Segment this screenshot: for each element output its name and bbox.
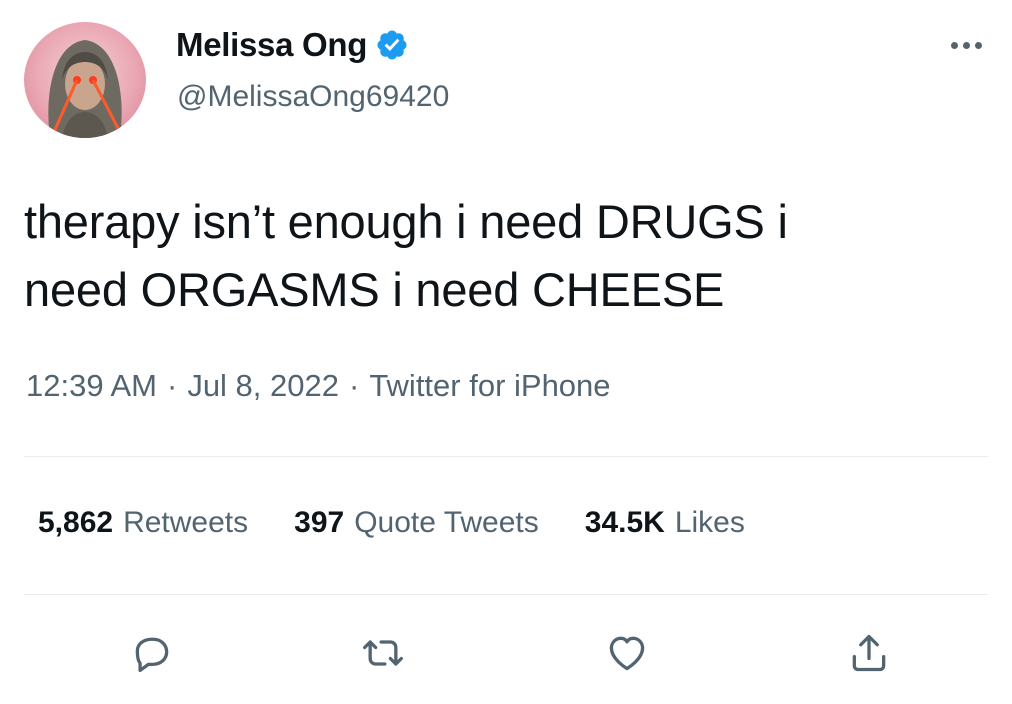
share-icon <box>852 634 886 672</box>
dot <box>974 41 982 49</box>
tweet-source[interactable]: Twitter for iPhone <box>369 368 610 404</box>
likes-count: 34.5K <box>584 506 665 539</box>
quote-tweets-count: 397 <box>294 506 345 539</box>
author-name-row: Melissa Ong <box>176 26 409 64</box>
retweets-label: Retweets <box>123 506 249 539</box>
dot <box>962 41 970 49</box>
divider <box>24 594 988 595</box>
author-display-name[interactable]: Melissa Ong <box>176 26 367 64</box>
retweets-stat[interactable]: 5,862 Retweets <box>38 506 248 540</box>
avatar-image <box>48 40 122 138</box>
divider <box>24 456 988 457</box>
like-button[interactable] <box>599 625 655 681</box>
reply-icon <box>135 637 169 673</box>
engagement-stats: 5,862 Retweets 397 Quote Tweets 34.5K Li… <box>38 506 791 540</box>
reply-button[interactable] <box>124 625 180 681</box>
likes-stat[interactable]: 34.5K Likes <box>585 506 745 540</box>
action-bar <box>0 625 1012 687</box>
dot <box>950 41 958 49</box>
more-options-icon[interactable] <box>942 30 990 60</box>
tweet-text: therapy isn’t enough i need DRUGS i need… <box>24 195 788 316</box>
quote-tweets-label: Quote Tweets <box>354 506 539 539</box>
retweets-count: 5,862 <box>38 506 114 539</box>
meta-separator: · <box>348 368 360 403</box>
tweet-date[interactable]: Jul 8, 2022 <box>187 368 339 404</box>
share-button[interactable] <box>841 625 897 681</box>
tweet-time[interactable]: 12:39 AM <box>26 368 157 404</box>
like-icon <box>609 636 645 671</box>
likes-label: Likes <box>674 506 745 539</box>
meta-separator: · <box>166 368 178 403</box>
author-handle[interactable]: @MelissaOng69420 <box>177 80 449 114</box>
tweet-meta: 12:39 AM · Jul 8, 2022 · Twitter for iPh… <box>26 368 611 404</box>
quote-tweets-stat[interactable]: 397 Quote Tweets <box>294 506 539 540</box>
retweet-icon <box>363 640 403 666</box>
verified-badge-icon <box>377 30 407 60</box>
retweet-button[interactable] <box>355 625 411 681</box>
tweet-card: Melissa Ong @MelissaOng69420 therapy isn… <box>0 0 1012 704</box>
avatar[interactable] <box>24 22 146 138</box>
